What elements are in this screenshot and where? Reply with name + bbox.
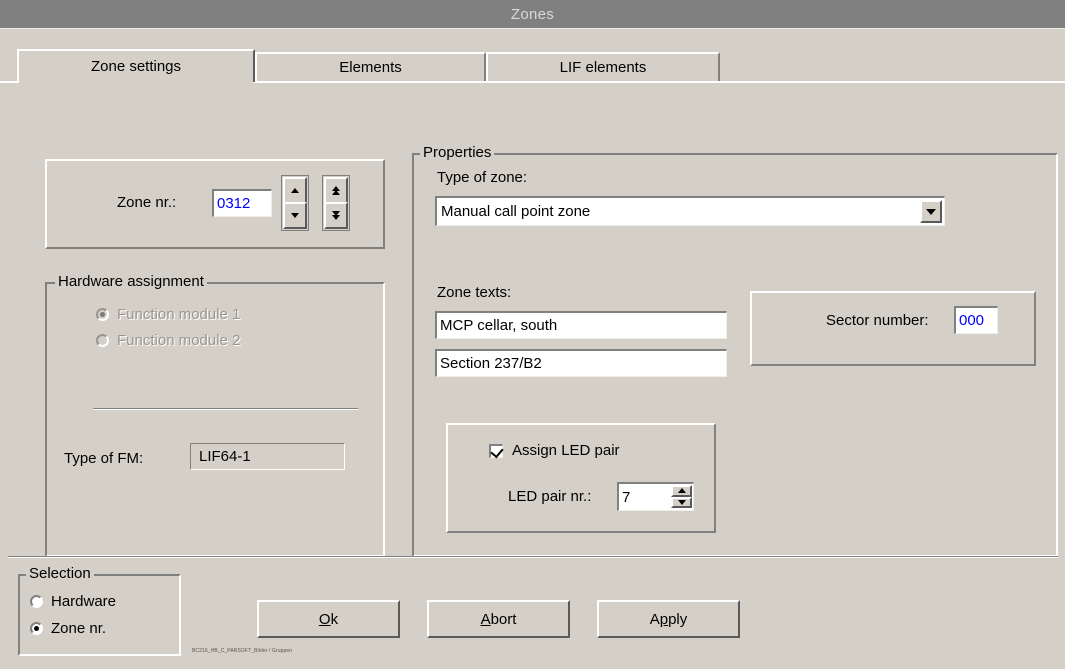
type-of-zone-value: Manual call point zone	[441, 203, 591, 220]
sector-number-input[interactable]: 000	[954, 306, 998, 334]
type-of-zone-combo[interactable]: Manual call point zone	[435, 196, 945, 226]
triangle-down-icon	[291, 213, 299, 218]
double-triangle-up-icon-2	[332, 190, 340, 195]
window-title: Zones	[510, 5, 555, 23]
source-watermark: BC216_HB_C_PARSOFT_Bilder / Gruppen	[192, 648, 293, 654]
ok-button-label: Ok	[318, 610, 339, 628]
bottom-divider	[8, 556, 1058, 558]
radio-selection-hardware[interactable]: Hardware	[30, 593, 116, 610]
triangle-up-icon	[291, 188, 299, 193]
tab-lif-elements[interactable]: LIF elements	[486, 52, 720, 81]
zone-number-label: Zone nr.:	[117, 194, 177, 211]
zone-number-spinner-single[interactable]	[281, 175, 309, 231]
zone-number-spinner-double[interactable]	[322, 175, 350, 231]
radio-selection-zone-nr-label: Zone nr.	[51, 620, 107, 637]
radio-selection-hardware-label: Hardware	[51, 593, 117, 610]
selection-title: Selection	[26, 566, 94, 582]
led-pair-panel	[446, 423, 716, 533]
tab-strip: Zone settings Elements LIF elements	[0, 49, 1065, 82]
triangle-up-icon	[677, 488, 686, 494]
abort-button[interactable]: Abort	[427, 600, 570, 638]
zone-number-spin-up[interactable]	[283, 177, 307, 204]
double-triangle-down-icon-2	[332, 215, 340, 220]
radio-function-module-2-indicator	[96, 334, 109, 347]
radio-function-module-1-indicator	[96, 308, 109, 321]
radio-selection-hardware-indicator[interactable]	[30, 595, 43, 608]
tab-elements-label: Elements	[339, 59, 402, 76]
ok-button[interactable]: Ok	[257, 600, 400, 638]
sector-number-label: Sector number:	[826, 312, 929, 329]
tab-lif-elements-label: LIF elements	[559, 59, 647, 76]
chevron-down-icon	[926, 208, 936, 215]
tab-zone-settings-label: Zone settings	[90, 58, 182, 75]
led-pair-number-label: LED pair nr.:	[508, 488, 592, 505]
tab-zone-settings[interactable]: Zone settings	[17, 49, 255, 82]
type-of-fm-value: LIF64-1	[190, 443, 345, 470]
radio-selection-zone-nr-indicator[interactable]	[30, 622, 43, 635]
dialog-client-area: Zone settings Elements LIF elements Zone…	[0, 28, 1065, 669]
zone-text-line-2[interactable]: Section 237/B2	[435, 349, 727, 377]
tab-active-notch	[19, 81, 253, 83]
radio-selection-zone-nr[interactable]: Zone nr.	[30, 620, 106, 637]
abort-button-label: Abort	[480, 610, 517, 628]
radio-function-module-2-label: Function module 2	[117, 332, 241, 349]
led-pair-spin-down[interactable]	[671, 496, 692, 508]
apply-button[interactable]: Apply	[597, 600, 740, 638]
zones-dialog: Zones Zone settings Elements LIF element…	[0, 0, 1065, 669]
assign-led-pair-checkbox[interactable]	[489, 443, 504, 458]
type-of-zone-dropdown-button[interactable]	[920, 200, 942, 223]
assign-led-pair-checkbox-row[interactable]: Assign LED pair	[489, 442, 620, 459]
zone-number-input[interactable]: 0312	[212, 189, 272, 217]
radio-function-module-1-label: Function module 1	[117, 306, 241, 323]
tab-elements[interactable]: Elements	[255, 52, 486, 81]
type-of-zone-label: Type of zone:	[437, 169, 528, 186]
title-bar: Zones	[0, 0, 1065, 28]
selection-group	[18, 574, 181, 656]
properties-title: Properties	[420, 145, 495, 161]
led-pair-number-spinner[interactable]	[671, 485, 692, 508]
zone-text-line-1[interactable]: MCP cellar, south	[435, 311, 727, 339]
led-pair-spin-up[interactable]	[671, 485, 692, 497]
radio-function-module-2: Function module 2	[96, 332, 240, 349]
hardware-assignment-separator	[93, 408, 358, 410]
zone-number-spin-down[interactable]	[283, 202, 307, 229]
hardware-assignment-title: Hardware assignment	[55, 274, 207, 290]
zone-number-spin-up-fast[interactable]	[324, 177, 348, 204]
type-of-fm-label: Type of FM:	[64, 450, 144, 467]
triangle-down-icon	[677, 499, 686, 505]
assign-led-pair-label: Assign LED pair	[512, 442, 620, 459]
apply-button-label: Apply	[649, 610, 688, 628]
zone-number-spin-down-fast[interactable]	[324, 202, 348, 229]
radio-function-module-1: Function module 1	[96, 306, 240, 323]
hardware-assignment-group	[45, 282, 385, 557]
zone-texts-label: Zone texts:	[437, 284, 512, 301]
